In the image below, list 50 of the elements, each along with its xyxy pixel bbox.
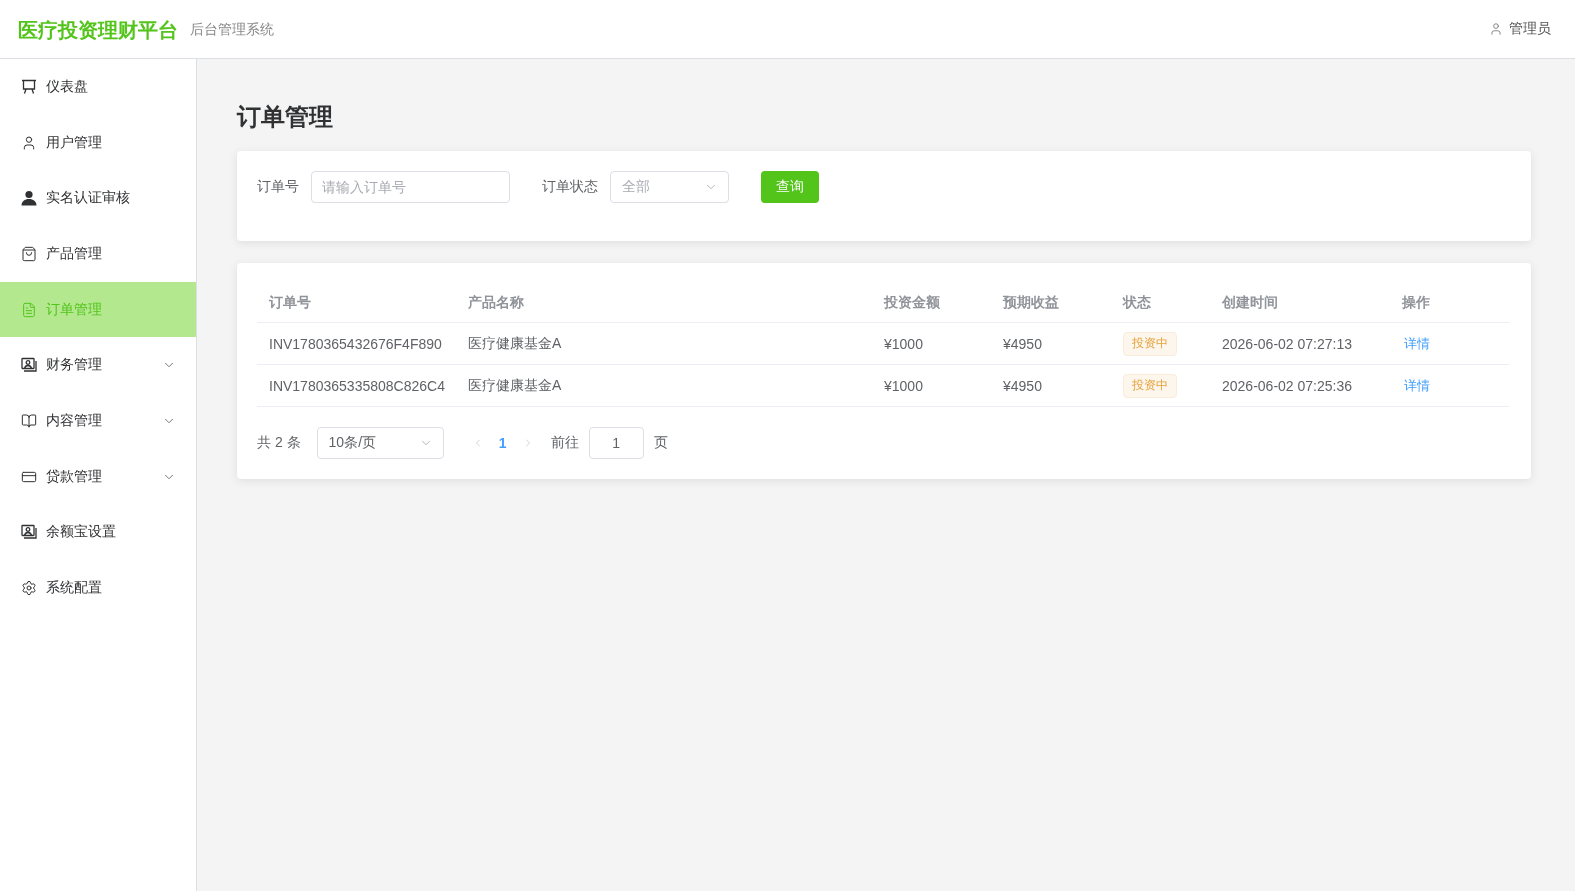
- table-cell: 2026-06-02 07:25:36: [1210, 365, 1390, 407]
- book-icon: [21, 412, 37, 429]
- table-cell: 医疗健康基金A: [456, 323, 872, 365]
- sidebar-item[interactable]: 产品管理: [0, 226, 196, 282]
- document-icon: [21, 301, 37, 318]
- table-cell: ¥4950: [991, 365, 1111, 407]
- sidebar-item[interactable]: 财务管理: [0, 337, 196, 394]
- sidebar-item[interactable]: 实名认证审核: [0, 170, 196, 227]
- column-header: 预期收益: [991, 283, 1111, 323]
- table-cell: ¥1000: [872, 365, 991, 407]
- field-label: 订单号: [257, 178, 299, 196]
- presentation-board-icon: [21, 78, 37, 95]
- column-header: 创建时间: [1210, 283, 1390, 323]
- table-cell: INV1780365432676F4F890: [257, 323, 456, 365]
- page-title: 订单管理: [237, 102, 333, 132]
- table-cell: 2026-06-02 07:27:13: [1210, 323, 1390, 365]
- page-size-select[interactable]: 10条/页: [316, 427, 444, 459]
- user-icon: [21, 134, 37, 151]
- status-tag: 投资中: [1123, 331, 1177, 356]
- table-cell: ¥4950: [991, 323, 1111, 365]
- settings-icon: [21, 580, 37, 597]
- table-cell: ¥1000: [872, 323, 991, 365]
- app-title: 医疗投资理财平台: [18, 17, 178, 43]
- sidebar-item[interactable]: 用户管理: [0, 114, 196, 171]
- person-icon: [21, 190, 37, 207]
- app-subtitle: 后台管理系统: [190, 21, 274, 39]
- portrait-frame-icon: [21, 357, 37, 374]
- sidebar-item[interactable]: 仪表盘: [0, 59, 196, 115]
- table-cell: INV1780365335808C826C4: [257, 365, 456, 407]
- sidebar-item[interactable]: 内容管理: [0, 393, 196, 449]
- order-number-input[interactable]: 请输入订单号: [311, 171, 510, 203]
- goto-label: 前往: [550, 434, 579, 452]
- column-header: 产品名称: [456, 283, 872, 323]
- column-header: 投资金额: [872, 283, 991, 323]
- page-suffix: 页: [653, 434, 668, 452]
- column-header: 状态: [1111, 283, 1210, 323]
- total-count: 共 2 条: [257, 434, 301, 452]
- table-cell: 医疗健康基金A: [456, 365, 872, 407]
- goto-page-input[interactable]: 1: [588, 427, 644, 459]
- field-label: 订单状态: [542, 178, 598, 196]
- user-icon: [1489, 22, 1503, 36]
- status-tag: 投资中: [1123, 373, 1177, 398]
- column-header: 订单号: [257, 283, 456, 323]
- user-name[interactable]: 管理员: [1509, 20, 1551, 38]
- shopping-bag-icon: [21, 245, 37, 262]
- column-header: 操作: [1390, 283, 1509, 323]
- sidebar-item[interactable]: 余额宝设置: [0, 504, 196, 561]
- sidebar-item[interactable]: 贷款管理: [0, 448, 196, 505]
- portrait-frame-icon: [21, 524, 37, 541]
- sidebar-item[interactable]: 系统配置: [0, 560, 196, 616]
